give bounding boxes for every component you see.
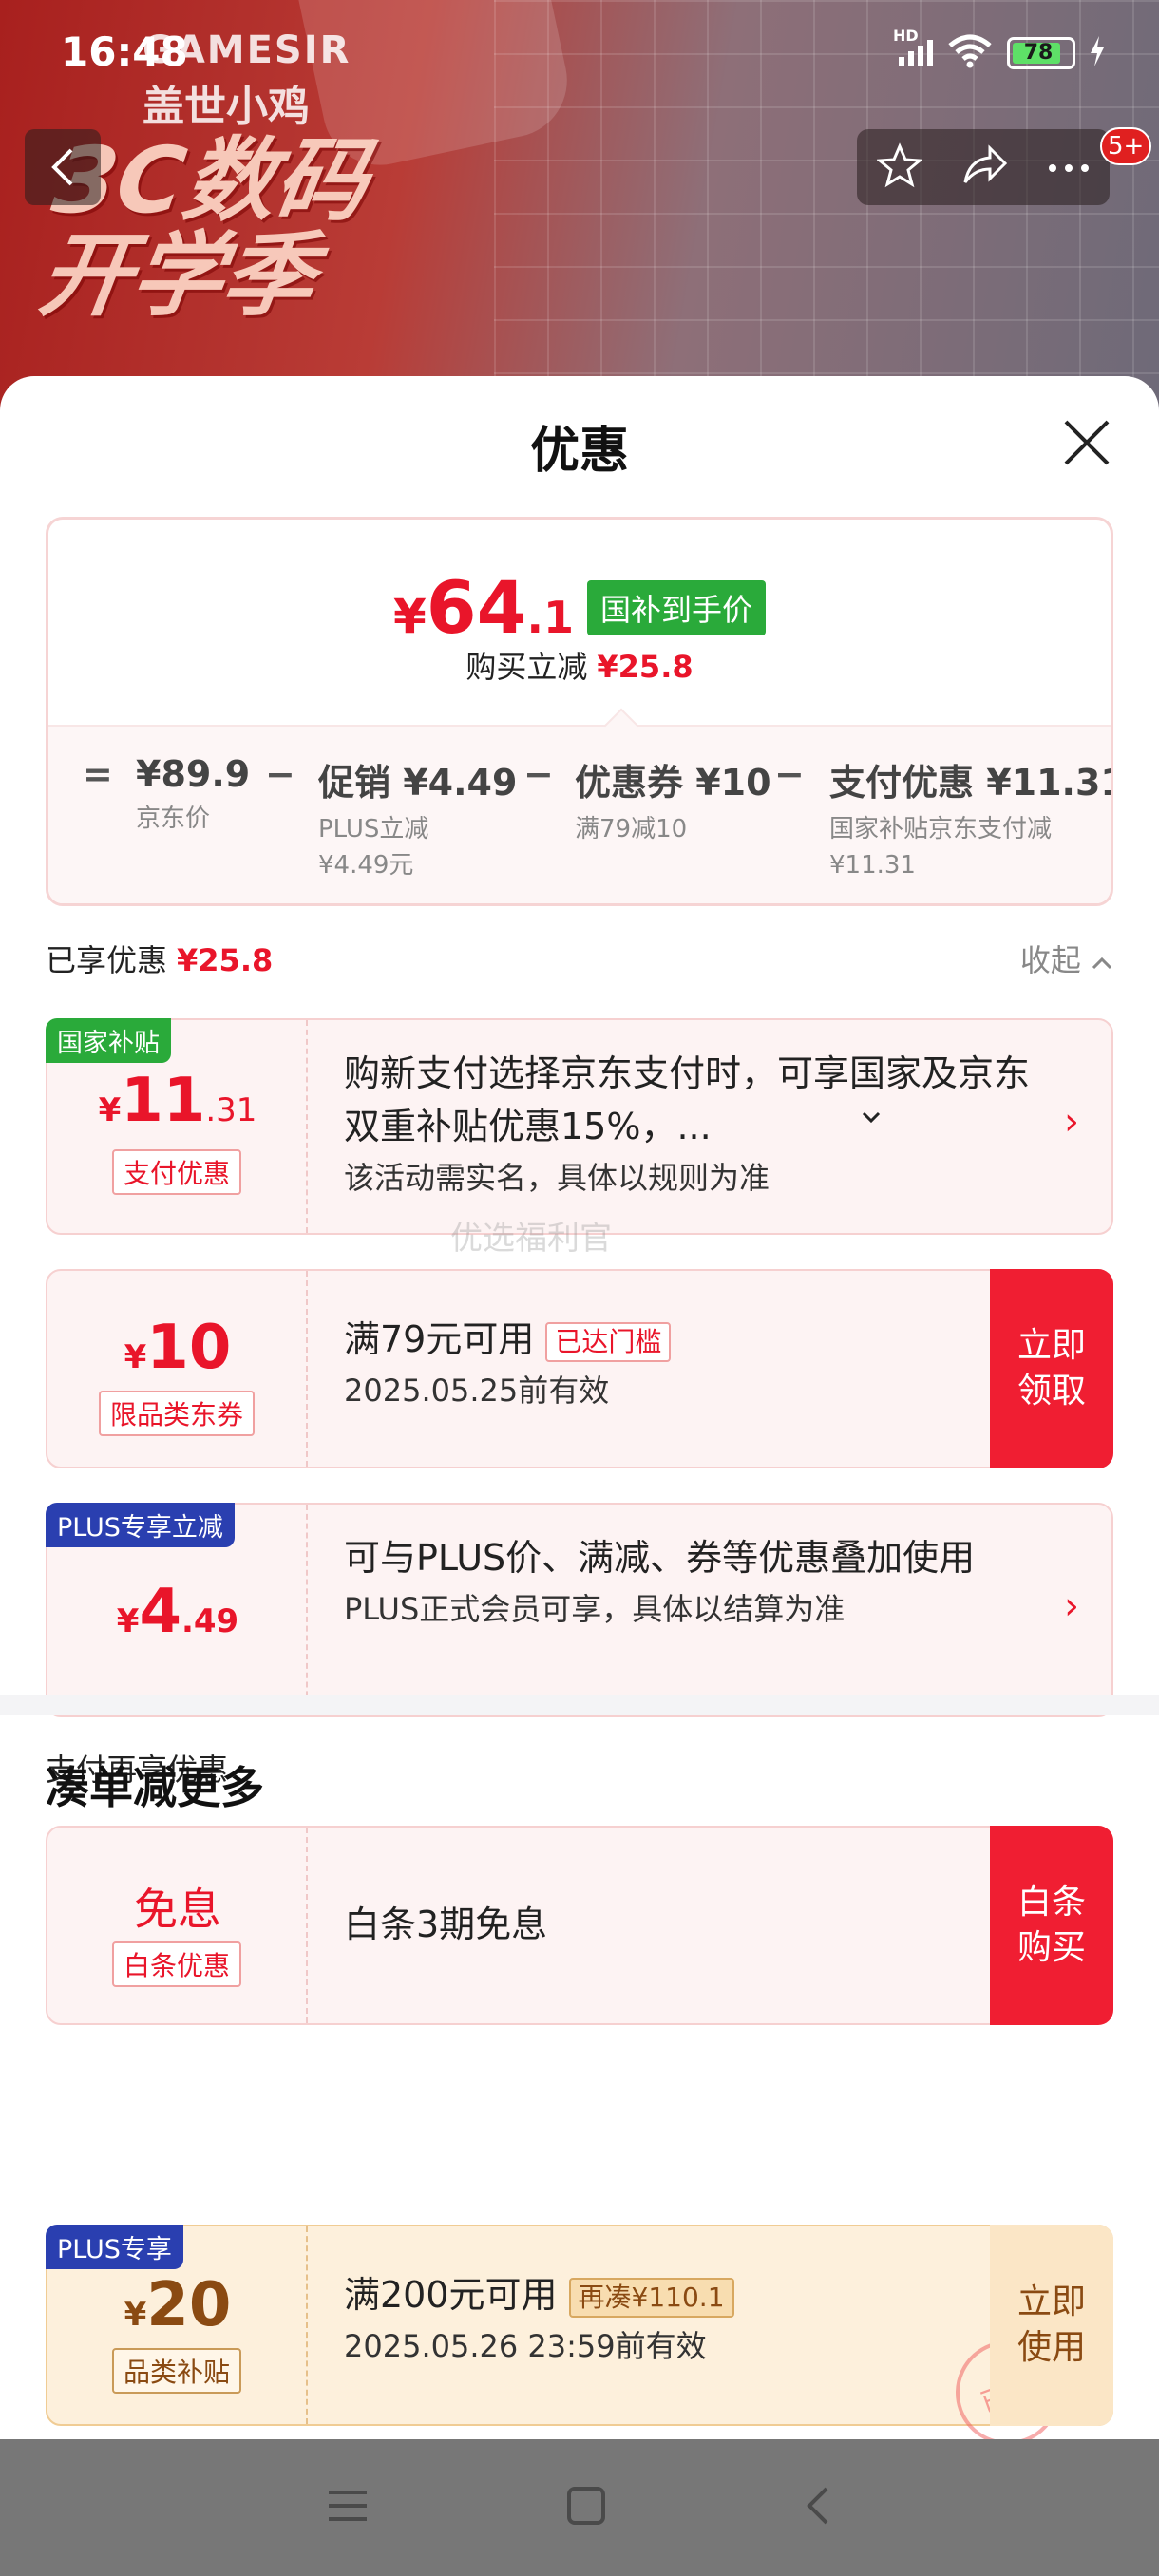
enjoyed-discounts-row: 已享优惠 ¥25.8 收起 [46, 937, 1113, 980]
final-price: ¥64.1 国补到手价 [48, 565, 1111, 650]
coupon-description: 满200元可用 再凑¥110.1 2025.05.26 23:59前有效 [344, 2268, 914, 2371]
home-square-icon [567, 2487, 605, 2525]
coupon-value-area: ¥10 限品类东券 [48, 1271, 308, 1467]
coupon-description: 购新支付选择京东支付时，可享国家及京东双重补贴优惠15%，... 该活动需实名，… [344, 1052, 1031, 1196]
baitiao-buy-button[interactable]: 白条购买 [990, 1826, 1113, 2025]
purchase-reduction: 购买立减 ¥25.8 [466, 649, 694, 685]
chevron-down-icon[interactable] [861, 1109, 882, 1127]
coupon-amount: ¥10 [124, 1313, 232, 1383]
top-action-group [857, 129, 1110, 205]
system-back-button[interactable] [804, 2485, 832, 2530]
system-nav-bar [0, 2439, 1159, 2576]
chevron-right-icon: › [1064, 1584, 1079, 1628]
coupon-plus-reduction[interactable]: ¥4.49 PLUS专享立减 可与PLUS价、满减、券等优惠叠加使用 PLUS正… [46, 1503, 1113, 1717]
coupon-description: 白条3期免息 [344, 1904, 548, 1945]
close-button[interactable] [1060, 416, 1113, 469]
coupon-type-tag: 限品类东券 [98, 1391, 256, 1436]
coupon-ribbon: 国家补贴 [46, 1018, 171, 1063]
favorite-button[interactable] [875, 142, 923, 192]
coupon-amount: 免息 [134, 1884, 221, 1935]
network-label: HD [893, 27, 919, 45]
chevron-right-icon: › [1064, 1100, 1079, 1144]
breakdown-operator: − [523, 753, 554, 795]
breakdown-item-coupon: 优惠券 ¥10 满79减10 [575, 762, 771, 843]
section-divider [0, 1695, 1159, 1715]
back-triangle-icon [807, 2487, 828, 2525]
coupon-description: 满79元可用 已达门槛 2025.05.25前有效 [344, 1313, 914, 1415]
coupon-amount: ¥4.49 [116, 1577, 239, 1647]
breakdown-item-promotion: 促销 ¥4.49 PLUS立减¥4.49元 [318, 762, 518, 880]
charging-icon [1089, 36, 1106, 70]
breakdown-item-list-price: ¥89.9 京东价 [136, 753, 251, 833]
price-integer: 64 [426, 565, 527, 650]
coupon-amount: ¥11.31 [98, 1066, 257, 1136]
breakdown-operator: − [265, 753, 295, 795]
close-icon [1064, 420, 1110, 465]
more-dots-icon [1049, 163, 1090, 172]
breakdown-operator: − [774, 753, 805, 795]
coupon-amount: ¥20 [124, 2270, 232, 2340]
share-icon [963, 144, 1008, 183]
discount-sheet: 优惠 ¥64.1 国补到手价 购买立减 ¥25.8 = ¥89.9 京东价 − 促… [0, 376, 1159, 2439]
watermark: 优选福利官 [450, 1220, 612, 1258]
price-summary-card: ¥64.1 国补到手价 购买立减 ¥25.8 = ¥89.9 京东价 − 促销 ¥… [46, 517, 1113, 906]
coupon-plus-category: ¥20 品类补贴 PLUS专享 满200元可用 再凑¥110.1 2025.05.… [46, 2225, 1113, 2460]
add-more-badge: 再凑¥110.1 [568, 2277, 734, 2318]
home-button[interactable] [566, 2486, 606, 2529]
threshold-met-badge: 已达门槛 [545, 1321, 672, 1362]
price-breakdown: = ¥89.9 京东价 − 促销 ¥4.49 PLUS立减¥4.49元 − 优惠… [48, 725, 1113, 903]
coupon-value-area: 免息 白条优惠 [48, 1828, 308, 2023]
battery-icon: 78 [1007, 37, 1075, 69]
coupon-type-tag: 白条优惠 [111, 1941, 242, 1987]
collapse-toggle[interactable]: 收起 [1020, 937, 1113, 980]
coupon-description: 可与PLUS价、满减、券等优惠叠加使用 PLUS正式会员可享，具体以结算为准 [344, 1537, 976, 1627]
coupon-category: ¥10 限品类东券 满79元可用 已达门槛 2025.05.25前有效 立即领取 [46, 1269, 1113, 1468]
chevron-left-icon [51, 148, 73, 186]
signal-icon: HD [893, 27, 933, 66]
use-coupon-button[interactable]: 立即使用 [990, 2225, 1113, 2426]
sheet-title: 优惠 [529, 423, 629, 480]
status-time: 16:48 [61, 28, 188, 75]
gov-subsidy-price-tag: 国补到手价 [587, 579, 767, 635]
status-icons: HD 78 [893, 27, 1106, 72]
status-bar: 16:48 HD 78 [0, 0, 1159, 104]
breakdown-operator: = [83, 753, 113, 795]
coupon-ribbon: PLUS专享 [46, 2225, 183, 2269]
share-button[interactable] [961, 144, 1009, 190]
back-button[interactable] [25, 129, 101, 205]
menu-button[interactable] [327, 2487, 369, 2529]
more-button[interactable] [1048, 159, 1090, 177]
price-decimal: .1 [526, 592, 575, 643]
coupon-gov-subsidy[interactable]: ¥11.31 支付优惠 国家补贴 购新支付选择京东支付时，可享国家及京东双重补贴… [46, 1018, 1113, 1235]
coupon-baitiao: 免息 白条优惠 白条3期免息 白条购买 [46, 1826, 1113, 2025]
wifi-icon [946, 34, 994, 72]
coupon-type-tag: 支付优惠 [111, 1149, 242, 1195]
chevron-up-icon [1092, 957, 1112, 970]
coupon-ribbon: PLUS专享立减 [46, 1503, 235, 1547]
coupon-type-tag: 品类补贴 [111, 2348, 242, 2394]
claim-coupon-button[interactable]: 立即领取 [990, 1269, 1113, 1468]
star-icon [875, 142, 923, 188]
menu-icon [329, 2491, 367, 2521]
breakdown-item-payment: 支付优惠 ¥11.31 国家补贴京东支付减¥11.31 [829, 762, 1113, 880]
notification-badge: 5+ [1100, 127, 1152, 165]
more-section-title: 凑单减更多 [46, 1762, 264, 1813]
